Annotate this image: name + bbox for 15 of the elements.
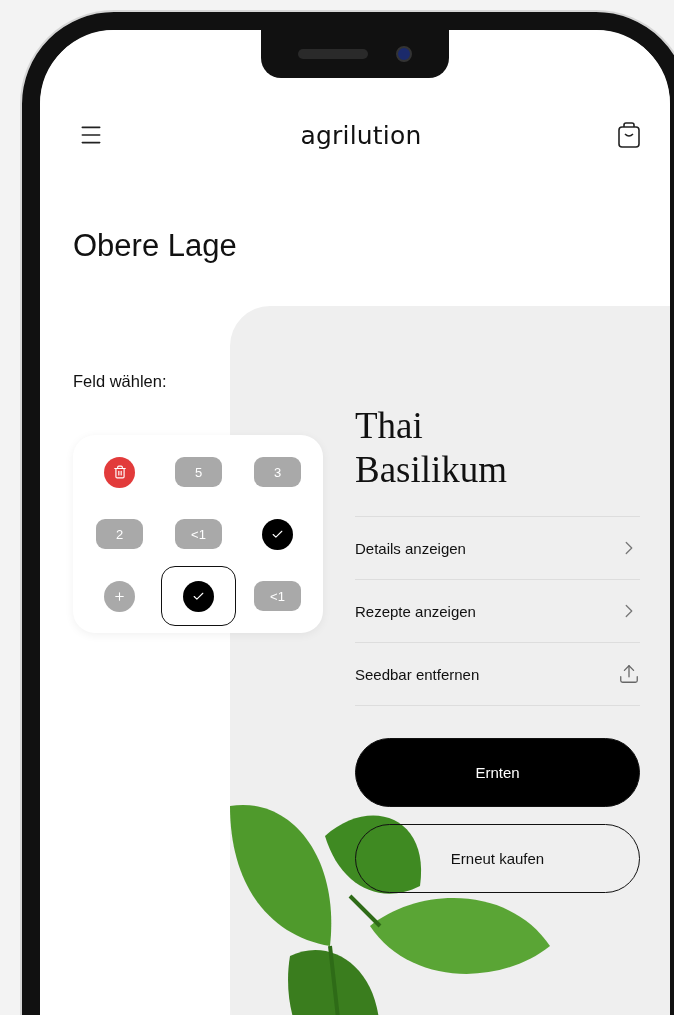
plus-icon	[104, 580, 135, 612]
upload-icon	[618, 663, 640, 685]
field-label: Feld wählen:	[73, 372, 168, 391]
action-row[interactable]: Seedbar entfernen	[355, 642, 640, 705]
logo: agrilution	[300, 120, 422, 150]
field-button[interactable]	[161, 566, 236, 626]
action-row[interactable]: Details anzeigen	[355, 516, 640, 579]
bag-icon[interactable]	[618, 122, 640, 148]
action-row[interactable]: Rezepte anzeigen	[355, 579, 640, 642]
trash-icon	[104, 456, 135, 488]
check-icon	[183, 580, 214, 612]
page-title: Obere Lage	[73, 228, 238, 264]
plant-name: Thai Basilikum	[355, 404, 509, 492]
primary-button[interactable]: Ernten	[355, 738, 640, 807]
check-icon	[262, 518, 293, 550]
